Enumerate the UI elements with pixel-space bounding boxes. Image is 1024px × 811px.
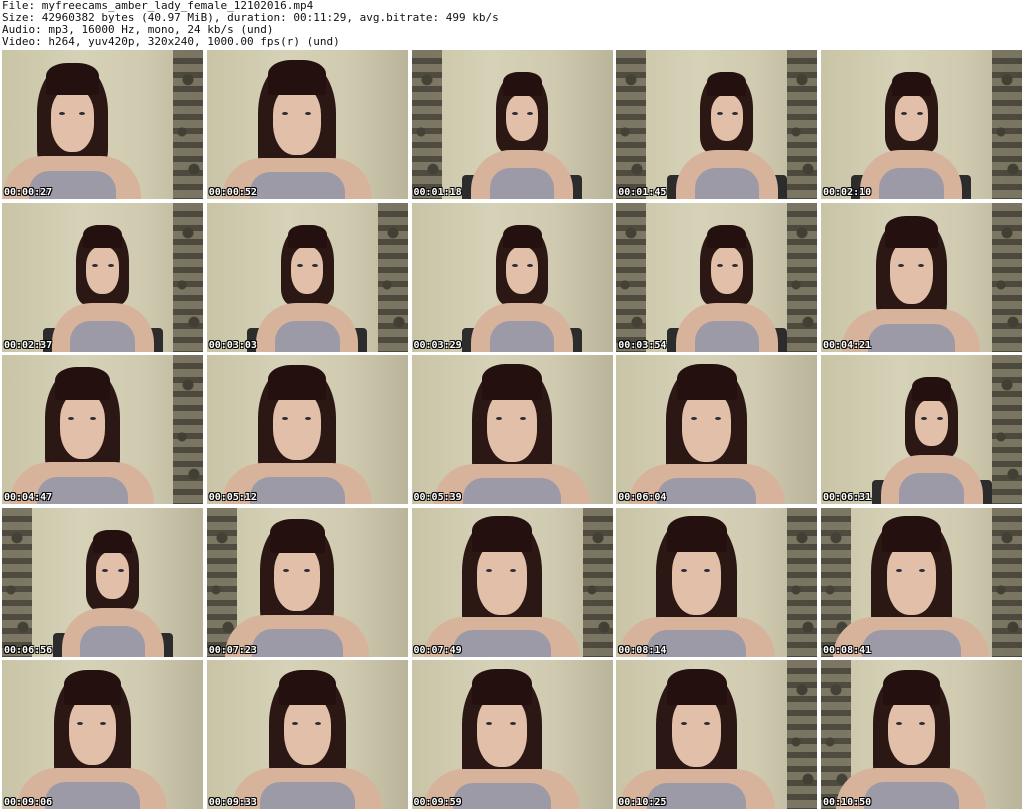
- timestamp-label: 00:03:29: [413, 339, 462, 351]
- timestamp-label: 00:06:31: [823, 492, 872, 503]
- timestamp-label: 00:04:21: [823, 339, 872, 351]
- thumbnail-grid: 00:00:27 00:00:52 00:01:18 00:01:45 00:02:10…: [2, 50, 1022, 809]
- wallpaper-strip: [173, 50, 203, 199]
- wallpaper-strip: [992, 202, 1022, 352]
- timestamp-label: 00:05:39: [413, 492, 462, 503]
- timestamp-label: 00:03:54: [618, 339, 667, 351]
- video-thumbnail: 00:00:27: [2, 50, 203, 199]
- video-thumbnail: 00:09:33: [206, 660, 408, 809]
- timestamp-label: 00:02:37: [4, 339, 53, 351]
- wallpaper-strip: [173, 355, 203, 504]
- timestamp-label: 00:06:56: [4, 644, 53, 656]
- video-thumbnail: 00:02:37: [2, 202, 203, 352]
- timestamp-label: 00:10:25: [618, 797, 667, 808]
- timestamp-label: 00:07:49: [413, 644, 462, 656]
- video-thumbnail: 00:07:49: [411, 507, 613, 657]
- wallpaper-strip: [992, 50, 1022, 199]
- video-thumbnail: 00:08:41: [821, 507, 1022, 657]
- file-info-header: File: myfreecams_amber_lady_female_12102…: [2, 0, 1022, 50]
- wallpaper-strip: [411, 50, 442, 199]
- video-thumbnail: 00:10:25: [616, 660, 818, 809]
- wallpaper-strip: [787, 50, 818, 199]
- timestamp-label: 00:10:50: [823, 797, 872, 808]
- video-info-line: Video: h264, yuv420p, 320x240, 1000.00 f…: [2, 35, 340, 48]
- video-thumbnail: 00:03:54: [616, 202, 818, 352]
- video-thumbnail: 00:03:03: [206, 202, 408, 352]
- wallpaper-strip: [992, 507, 1022, 657]
- timestamp-label: 00:08:41: [823, 644, 872, 656]
- wallpaper-strip: [2, 507, 32, 657]
- wallpaper-strip: [616, 202, 647, 352]
- video-thumbnail: 00:06:31: [821, 355, 1022, 504]
- wallpaper-strip: [992, 355, 1022, 504]
- timestamp-label: 00:05:12: [208, 492, 257, 503]
- video-thumbnail: 00:10:50: [821, 660, 1022, 809]
- wallpaper-strip: [787, 202, 818, 352]
- video-thumbnail: 00:09:06: [2, 660, 203, 809]
- video-thumbnail: 00:06:56: [2, 507, 203, 657]
- video-thumbnail: 00:04:21: [821, 202, 1022, 352]
- video-thumbnail: 00:00:52: [206, 50, 408, 199]
- timestamp-label: 00:00:27: [4, 187, 53, 198]
- video-thumbnail: 00:09:59: [411, 660, 613, 809]
- wallpaper-strip: [173, 202, 203, 352]
- wallpaper-strip: [787, 507, 818, 657]
- timestamp-label: 00:01:45: [618, 187, 667, 198]
- timestamp-label: 00:08:14: [618, 644, 667, 656]
- wallpaper-strip: [377, 202, 408, 352]
- timestamp-label: 00:09:06: [4, 797, 53, 808]
- timestamp-label: 00:00:52: [208, 187, 257, 198]
- timestamp-label: 00:04:47: [4, 492, 53, 503]
- timestamp-label: 00:09:33: [208, 797, 257, 808]
- timestamp-label: 00:06:04: [618, 492, 667, 503]
- video-thumbnail: 00:05:39: [411, 355, 613, 504]
- video-thumbnail: 00:06:04: [616, 355, 818, 504]
- video-thumbnail: 00:05:12: [206, 355, 408, 504]
- video-thumbnail: 00:07:23: [206, 507, 408, 657]
- timestamp-label: 00:03:03: [208, 339, 257, 351]
- video-thumbnail: 00:08:14: [616, 507, 818, 657]
- wallpaper-strip: [616, 50, 647, 199]
- timestamp-label: 00:02:10: [823, 187, 872, 198]
- timestamp-label: 00:01:18: [413, 187, 462, 198]
- wallpaper-strip: [787, 660, 818, 809]
- video-thumbnail: 00:01:45: [616, 50, 818, 199]
- timestamp-label: 00:09:59: [413, 797, 462, 808]
- wallpaper-strip: [582, 507, 613, 657]
- video-thumbnail: 00:03:29: [411, 202, 613, 352]
- video-thumbnail: 00:02:10: [821, 50, 1022, 199]
- timestamp-label: 00:07:23: [208, 644, 257, 656]
- video-thumbnail: 00:04:47: [2, 355, 203, 504]
- video-thumbnail: 00:01:18: [411, 50, 613, 199]
